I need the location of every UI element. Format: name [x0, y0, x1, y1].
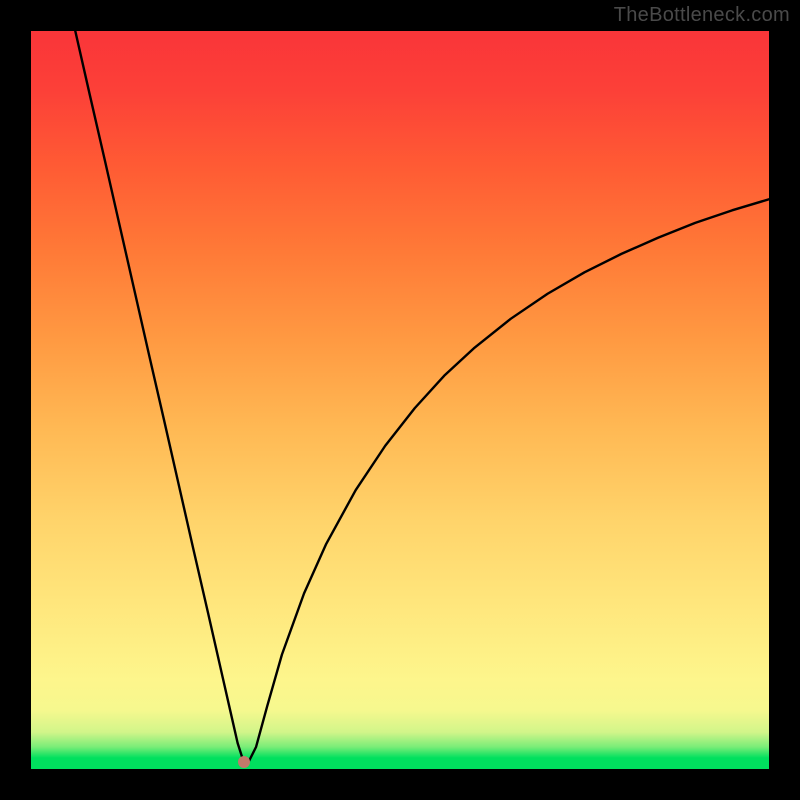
bottleneck-curve — [31, 31, 769, 769]
minimum-marker — [238, 756, 250, 768]
chart-plot-area — [31, 31, 769, 769]
watermark-text: TheBottleneck.com — [614, 4, 790, 27]
